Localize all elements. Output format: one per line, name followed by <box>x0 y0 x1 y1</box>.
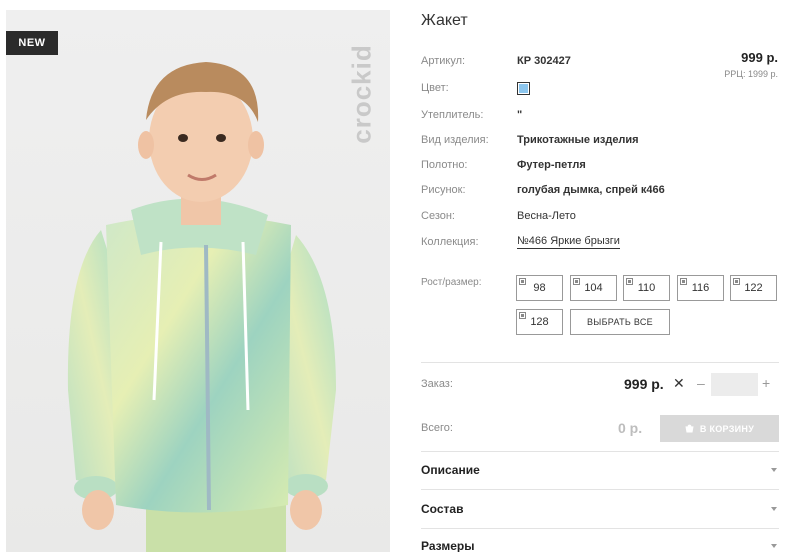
accordion-title: Состав <box>421 502 464 516</box>
product-photo[interactable]: NEW crockid <box>6 10 390 552</box>
recommended-retail-price: РРЦ: 1999 р. <box>724 69 778 79</box>
size-option-label: 122 <box>744 282 763 294</box>
checkbox-icon <box>519 312 526 319</box>
product-page: NEW crockid Жакет 999 р. РРЦ: 1999 р. Ар… <box>0 0 800 552</box>
accordion-description[interactable]: Описание <box>421 451 779 489</box>
add-to-cart-label: В КОРЗИНУ <box>699 423 755 434</box>
chevron-down-icon <box>771 544 777 548</box>
attr-label: Коллекция: <box>421 236 479 248</box>
attr-value: Трикотажные изделия <box>517 134 639 146</box>
attr-label: Рисунок: <box>421 184 466 196</box>
attr-label: Утеплитель: <box>421 109 484 121</box>
attr-label: Сезон: <box>421 210 455 222</box>
attr-label: Вид изделия: <box>421 134 489 146</box>
attr-label: Артикул: <box>421 55 466 67</box>
add-to-cart-button[interactable]: В КОРЗИНУ <box>660 415 779 442</box>
attr-value: " <box>517 109 523 121</box>
attr-value: Футер-петля <box>517 159 586 171</box>
new-badge: NEW <box>6 31 58 55</box>
attr-row-insulation: Утеплитель: " <box>421 107 522 123</box>
select-all-button[interactable]: ВЫБРАТЬ ВСЕ <box>570 309 670 335</box>
size-option-104[interactable]: 104 <box>570 275 617 301</box>
total-label: Всего: <box>421 422 453 434</box>
cart-icon <box>685 424 694 433</box>
size-label: Рост/размер: <box>421 277 482 288</box>
color-swatch[interactable] <box>517 81 530 95</box>
attr-value: Весна-Лето <box>517 210 576 222</box>
attr-row-collection: Коллекция: №466 Яркие брызги <box>421 234 620 250</box>
checkbox-icon <box>573 278 580 285</box>
checkbox-icon <box>519 278 526 285</box>
decrease-quantity-button[interactable]: – <box>697 375 705 391</box>
size-option-label: 104 <box>584 282 603 294</box>
attr-row-pattern: Рисунок: голубая дымка, спрей к466 <box>421 182 665 198</box>
total-price: 0 р. <box>618 420 643 436</box>
accordion-title: Размеры <box>421 539 475 552</box>
size-option-98[interactable]: 98 <box>516 275 563 301</box>
attr-row-type: Вид изделия: Трикотажные изделия <box>421 132 639 148</box>
attr-row-color: Цвет: <box>421 80 530 96</box>
divider <box>421 362 779 363</box>
size-option-116[interactable]: 116 <box>677 275 724 301</box>
size-option-122[interactable]: 122 <box>730 275 777 301</box>
collection-link[interactable]: №466 Яркие брызги <box>517 235 620 249</box>
brand-watermark-text: crockid <box>346 44 377 144</box>
accordion-title: Описание <box>421 463 480 477</box>
product-title: Жакет <box>421 12 468 29</box>
size-option-110[interactable]: 110 <box>623 275 670 301</box>
order-price: 999 р. <box>624 376 664 392</box>
attr-row-season: Сезон: Весна-Лето <box>421 208 576 224</box>
size-option-label: 98 <box>533 282 546 294</box>
size-option-label: 110 <box>637 282 656 294</box>
chevron-down-icon <box>771 507 777 511</box>
attr-label: Полотно: <box>421 159 468 171</box>
quantity-input[interactable] <box>711 373 758 396</box>
attr-label: Цвет: <box>421 82 449 94</box>
multiply-icon: ✕ <box>673 375 685 391</box>
attr-value: КР 302427 <box>517 55 571 67</box>
size-option-128[interactable]: 128 <box>516 309 563 335</box>
attr-value: голубая дымка, спрей к466 <box>517 184 665 196</box>
product-price: 999 р. <box>741 50 778 65</box>
chevron-down-icon <box>771 468 777 472</box>
brand-watermark: crockid <box>346 24 377 164</box>
checkbox-icon <box>733 278 740 285</box>
attr-row-fabric: Полотно: Футер-петля <box>421 157 586 173</box>
increase-quantity-button[interactable]: + <box>762 375 770 391</box>
accordion-sizes[interactable]: Размеры <box>421 528 779 552</box>
checkbox-icon <box>626 278 633 285</box>
accordion-composition[interactable]: Состав <box>421 490 779 528</box>
order-label: Заказ: <box>421 378 453 390</box>
size-option-label: 116 <box>691 282 710 294</box>
checkbox-icon <box>680 278 687 285</box>
size-option-label: 128 <box>530 316 549 328</box>
attr-row-article: Артикул: КР 302427 <box>421 53 571 69</box>
product-image <box>67 62 336 552</box>
